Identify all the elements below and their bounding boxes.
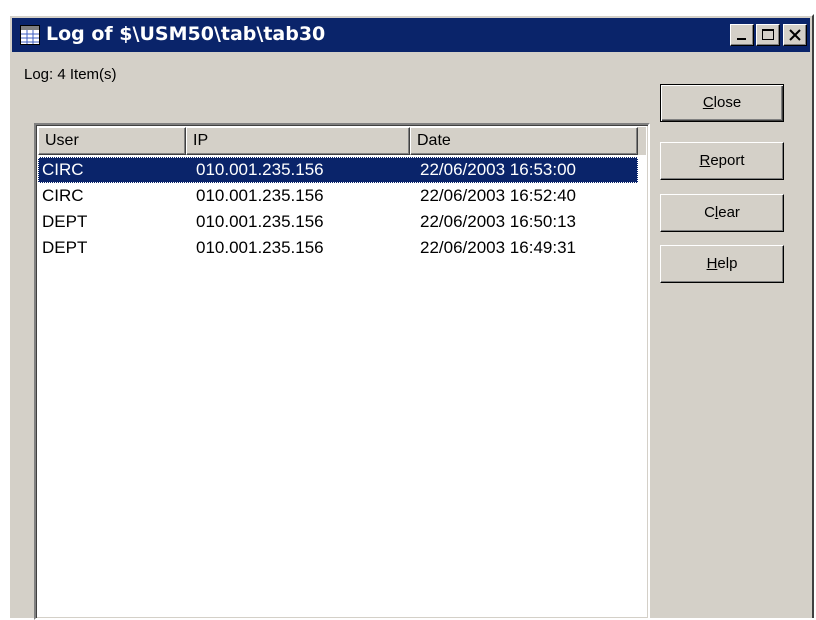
minimize-icon (737, 38, 746, 40)
maximize-button[interactable] (756, 24, 780, 46)
cell-ip: 010.001.235.156 (196, 212, 324, 231)
cell-ip: 010.001.235.156 (196, 186, 324, 205)
close-icon (789, 29, 801, 41)
column-header-date[interactable]: Date (410, 127, 638, 155)
list-item[interactable]: DEPT 010.001.235.156 22/06/2003 16:50:13 (38, 209, 638, 235)
close-button-accel: C (702, 94, 714, 111)
window-title: Log of $\USM50\tab\tab30 (46, 23, 326, 45)
close-button-label: lose (713, 94, 742, 111)
log-summary: Log: 4 Item(s) (24, 66, 117, 83)
cell-ip: 010.001.235.156 (196, 238, 324, 257)
column-header-ip[interactable]: IP (186, 127, 410, 155)
clear-button-prefix: C (704, 204, 715, 221)
help-button-accel: H (706, 255, 718, 272)
list-header: User IP Date (38, 127, 646, 155)
log-window-icon (20, 25, 40, 45)
cell-ip: 010.001.235.156 (196, 160, 324, 179)
list-item[interactable]: CIRC 010.001.235.156 22/06/2003 16:53:00 (38, 157, 638, 183)
report-button-accel: R (699, 152, 711, 169)
cell-user: DEPT (42, 238, 88, 257)
clear-button[interactable]: Clear (660, 194, 784, 232)
list-rows: CIRC 010.001.235.156 22/06/2003 16:53:00… (38, 157, 646, 261)
cell-user: CIRC (42, 160, 84, 179)
help-button-label: elp (717, 255, 738, 272)
close-window-button[interactable] (783, 24, 807, 46)
cell-user: DEPT (42, 212, 88, 231)
log-window: Log of $\USM50\tab\tab30 Log: 4 Item(s) … (8, 14, 814, 620)
close-button[interactable]: Close (660, 84, 784, 122)
maximize-icon (762, 29, 774, 40)
clear-button-label: ear (718, 204, 740, 221)
log-list[interactable]: User IP Date CIRC 010.001.235.156 22/06/… (34, 123, 650, 620)
cell-date: 22/06/2003 16:52:40 (420, 186, 576, 205)
title-bar[interactable]: Log of $\USM50\tab\tab30 (12, 18, 810, 52)
cell-date: 22/06/2003 16:53:00 (420, 160, 576, 179)
report-button-label: eport (710, 152, 745, 169)
help-button[interactable]: Help (660, 245, 784, 283)
cell-date: 22/06/2003 16:50:13 (420, 212, 576, 231)
list-item[interactable]: CIRC 010.001.235.156 22/06/2003 16:52:40 (38, 183, 638, 209)
list-item[interactable]: DEPT 010.001.235.156 22/06/2003 16:49:31 (38, 235, 638, 261)
column-header-user[interactable]: User (38, 127, 186, 155)
cell-user: CIRC (42, 186, 84, 205)
minimize-button[interactable] (730, 24, 754, 46)
report-button[interactable]: Report (660, 142, 784, 180)
cell-date: 22/06/2003 16:49:31 (420, 238, 576, 257)
